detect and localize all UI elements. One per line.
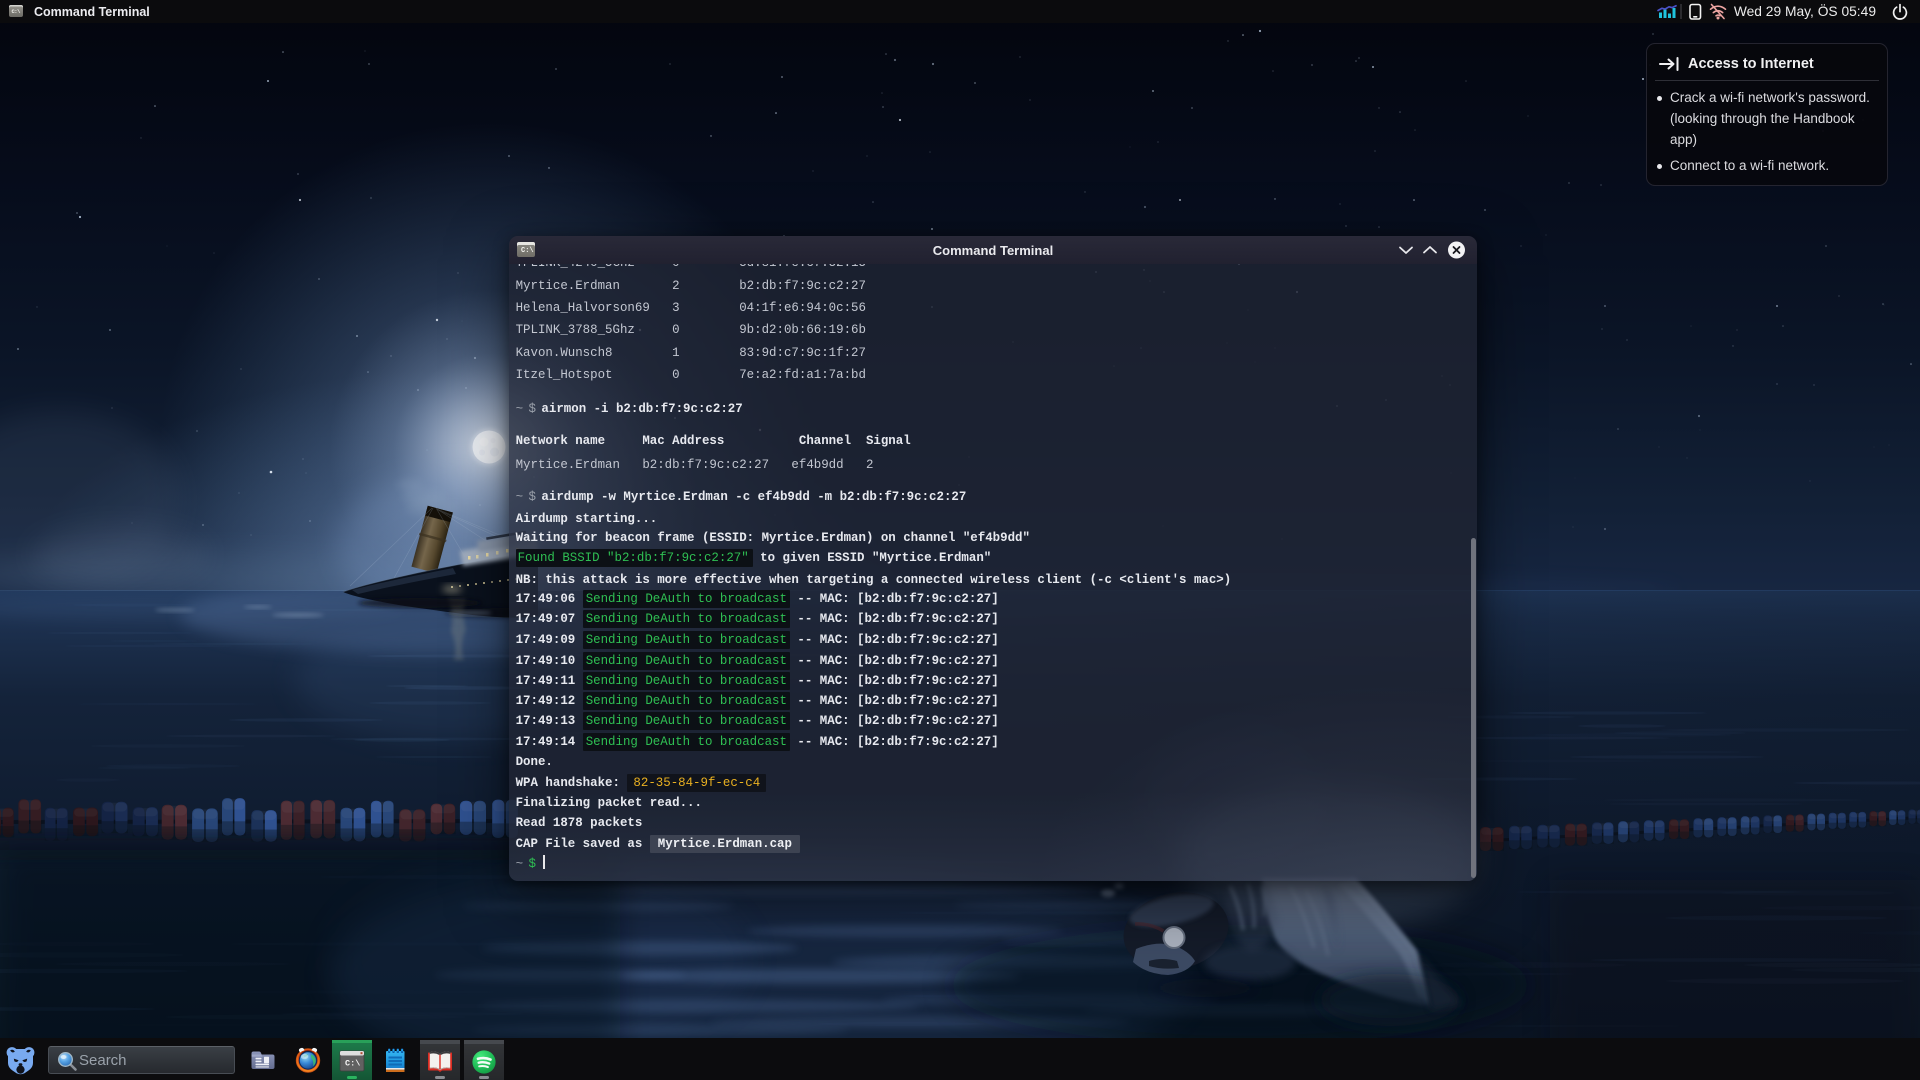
svg-text:C:\: C:\ bbox=[345, 1059, 360, 1069]
